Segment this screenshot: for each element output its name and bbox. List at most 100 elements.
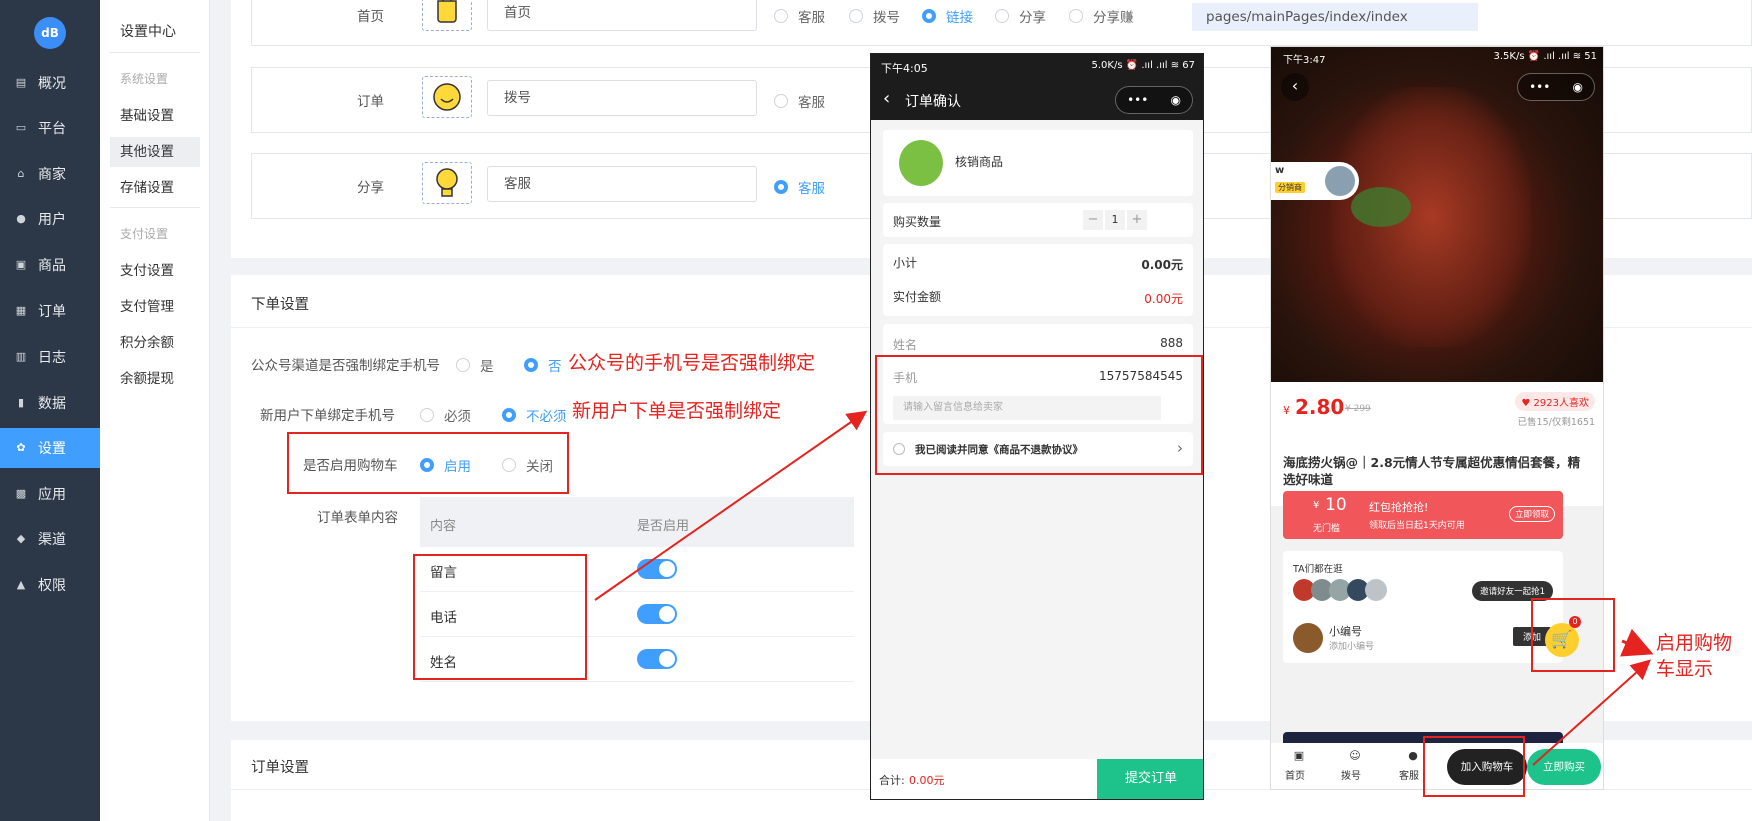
coupon-banner[interactable]: ¥ 10 无门槛 红包抢抢抢! 领取后当日起1天内可用 立即领取 <box>1283 491 1563 539</box>
back-icon[interactable]: ‹ <box>883 88 890 109</box>
more-icon[interactable]: ••• <box>1127 93 1148 107</box>
page-title: 订单确认 <box>905 94 961 110</box>
more-icon[interactable]: ••• <box>1529 80 1550 94</box>
submenu-item-basic[interactable]: 基础设置 <box>110 101 200 131</box>
channel-icon: ◆ <box>16 532 26 545</box>
sidebar-item-9[interactable]: ▩ 应用 <box>0 474 100 514</box>
submenu-item-withdraw[interactable]: 余额提现 <box>110 364 200 394</box>
highlight-box <box>1531 598 1615 672</box>
submenu-item-pay-settings[interactable]: 支付设置 <box>110 256 200 286</box>
tab-dial[interactable]: 拨号 <box>1341 767 1361 782</box>
name-field[interactable]: 888 <box>1160 336 1183 350</box>
sidebar-item-label: 设置 <box>38 441 66 457</box>
shop-avatar <box>1293 623 1323 653</box>
submit-order-button[interactable]: 提交订单 <box>1097 759 1203 799</box>
radio-link[interactable]: 链接 <box>922 6 973 26</box>
divider <box>110 52 200 53</box>
sidebar-item-0[interactable]: ▤ 概况 <box>0 63 100 103</box>
food-photo <box>1351 187 1411 227</box>
radio-service[interactable]: 客服 <box>774 91 825 111</box>
sidebar-item-10[interactable]: ◆ 渠道 <box>0 519 100 559</box>
submenu-item-pay-manage[interactable]: 支付管理 <box>110 292 200 322</box>
submenu-item-other[interactable]: 其他设置 <box>110 137 200 167</box>
link-path-input[interactable]: pages/mainPages/index/index <box>1192 3 1478 31</box>
sidebar-item-8[interactable]: ✿ 设置 <box>0 428 100 468</box>
coupon-title: 红包抢抢抢! <box>1369 501 1429 514</box>
nav-icon-upload[interactable] <box>422 0 472 31</box>
seller-badge[interactable]: w 分销商 <box>1271 162 1359 200</box>
nav-row-home: 首页 首页 客服 拨号 链接 分享 分享赚 pages/mainPages/in… <box>251 0 1752 46</box>
buy-now-button[interactable]: 立即购买 <box>1527 749 1601 785</box>
sidebar-item-2[interactable]: ⌂ 商家 <box>0 154 100 194</box>
nav-name-input[interactable]: 客服 <box>487 166 757 202</box>
qty-label: 购买数量 <box>893 215 942 229</box>
smile-icon[interactable]: ☺ <box>1345 749 1365 762</box>
coupon-value: 10 <box>1325 495 1347 515</box>
close-circle-icon[interactable]: ◉ <box>1170 93 1180 107</box>
nav-row-label: 订单 <box>357 94 384 110</box>
tab-home[interactable]: 首页 <box>1285 767 1305 782</box>
bulb-icon[interactable]: ● <box>1403 749 1423 762</box>
force-bind-label: 公众号渠道是否强制绑定手机号 <box>251 358 440 374</box>
new-user-optional-radio[interactable]: 不必须 <box>502 405 567 425</box>
nav-icon-upload[interactable] <box>422 162 472 204</box>
highlight-box <box>413 554 587 680</box>
sidebar-item-5[interactable]: ▦ 订单 <box>0 291 100 331</box>
qty-value[interactable]: 1 <box>1105 210 1125 230</box>
product-name: 核销商品 <box>955 155 1004 169</box>
radio-share-earn[interactable]: 分享赚 <box>1069 6 1134 26</box>
sidebar-item-6[interactable]: ▥ 日志 <box>0 337 100 377</box>
price-symbol: ¥ <box>1283 404 1290 417</box>
back-icon[interactable]: ‹ <box>1281 73 1309 101</box>
tab-service[interactable]: 客服 <box>1399 767 1419 782</box>
radio-share[interactable]: 分享 <box>995 6 1046 26</box>
nav-name-input[interactable]: 首页 <box>487 0 757 31</box>
enable-toggle[interactable] <box>637 649 677 669</box>
sidebar-item-7[interactable]: ▮ 数据 <box>0 383 100 423</box>
coupon-symbol: ¥ <box>1313 500 1320 511</box>
sold-count: 已售15/仅剩1651 <box>1517 417 1595 428</box>
paid-label: 实付金额 <box>893 290 942 304</box>
enable-toggle[interactable] <box>637 604 677 624</box>
claim-coupon-button[interactable]: 立即领取 <box>1508 506 1555 522</box>
new-user-required-radio[interactable]: 必须 <box>420 405 471 425</box>
submenu-item-points[interactable]: 积分余额 <box>110 328 200 358</box>
visitor-avatars <box>1293 579 1397 601</box>
shop-subtitle: 添加小编号 <box>1329 642 1375 652</box>
sidebar-item-3[interactable]: ● 用户 <box>0 199 100 239</box>
submenu-item-storage[interactable]: 存储设置 <box>110 173 200 203</box>
cart-disable-radio[interactable]: 关闭 <box>502 455 553 475</box>
lock-icon: ▲ <box>16 578 26 591</box>
plus-button[interactable]: + <box>1127 210 1147 230</box>
enable-toggle[interactable] <box>637 559 677 579</box>
sidebar-item-label: 应用 <box>38 487 66 503</box>
form-table-header: 内容 是否启用 <box>420 497 854 547</box>
seller-name: w <box>1275 165 1285 176</box>
sidebar-item-1[interactable]: ▭ 平台 <box>0 108 100 148</box>
nav-icon-upload[interactable] <box>422 76 472 118</box>
capsule-menu[interactable]: ••• ◉ <box>1115 86 1193 114</box>
nav-name-input[interactable]: 拨号 <box>487 80 757 116</box>
annotation-new-user: 新用户下单是否强制绑定 <box>572 400 782 422</box>
sidebar-item-4[interactable]: ▣ 商品 <box>0 245 100 285</box>
browsing-card: TA们都在逛 邀请好友一起抢1 小编号 添加小编号 添加 <box>1283 551 1563 663</box>
cart-enable-radio[interactable]: 启用 <box>420 455 471 475</box>
capsule-menu[interactable]: ••• ◉ <box>1517 73 1595 101</box>
radio-service[interactable]: 客服 <box>774 177 825 197</box>
radio-service[interactable]: 客服 <box>774 6 825 26</box>
quantity-card: 购买数量 − 1 + <box>883 203 1193 237</box>
column-header: 内容 <box>430 519 457 534</box>
sidebar-item-11[interactable]: ▲ 权限 <box>0 565 100 605</box>
force-bind-no-radio[interactable]: 否 <box>524 355 562 375</box>
product-card: 核销商品 <box>883 130 1193 196</box>
total-value: 0.00元 <box>909 774 945 787</box>
close-circle-icon[interactable]: ◉ <box>1572 80 1582 94</box>
bag-icon <box>437 0 457 23</box>
bag-icon[interactable]: ▣ <box>1289 749 1309 762</box>
app-logo[interactable]: dB <box>34 17 66 49</box>
minus-button[interactable]: − <box>1083 210 1103 230</box>
force-bind-yes-radio[interactable]: 是 <box>456 355 494 375</box>
radio-dial[interactable]: 拨号 <box>849 6 900 26</box>
total-label: 合计: <box>879 774 905 787</box>
avatar <box>1325 166 1355 196</box>
